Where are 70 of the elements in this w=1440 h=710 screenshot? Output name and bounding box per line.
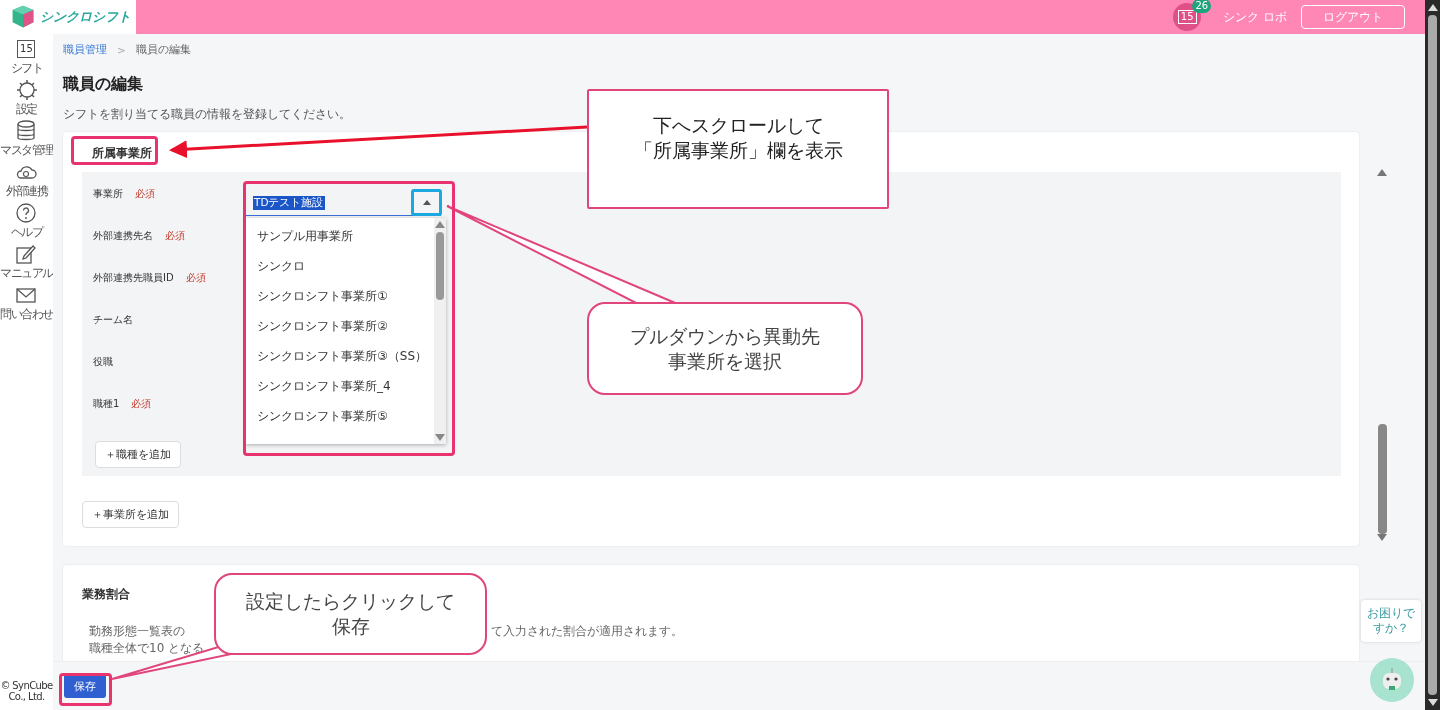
page-title: 職員の編集 — [63, 74, 144, 95]
dropdown-option[interactable]: シンクロシフト事業所① — [257, 289, 388, 303]
window-scrollbar[interactable] — [1425, 0, 1440, 710]
edit-icon — [15, 243, 38, 265]
sidebar-label: シフト — [10, 60, 43, 77]
select-value: TDテスト施設 — [253, 195, 325, 210]
add-office-button[interactable]: ＋事業所を追加 — [82, 501, 179, 528]
notification-badge: 26 — [1192, 0, 1212, 13]
required-tag: 必須 — [131, 397, 152, 411]
dropdown-option[interactable]: サンプル用事業所 — [257, 229, 353, 243]
required-tag: 必須 — [135, 187, 155, 201]
robot-avatar-icon[interactable] — [1370, 658, 1414, 702]
scrollbar-thumb[interactable] — [1428, 15, 1437, 695]
field-label: 外部連携先職員ID — [93, 271, 174, 285]
sidebar-item[interactable]: 設定 — [15, 79, 38, 120]
sidebar-item[interactable]: マスタ管理 — [0, 120, 53, 161]
user-name: シンク ロボ — [1223, 8, 1287, 26]
description-text: て入力された割合が適用されます。 — [491, 623, 683, 640]
dropdown-scrollbar[interactable] — [434, 218, 446, 444]
sidebar-item[interactable]: 15 シフト — [10, 38, 43, 79]
settings-icon — [15, 79, 38, 101]
dropdown-option[interactable]: シンクロシフト事業所③（SS） — [257, 349, 427, 363]
callout-text: 下へスクロールして 「所属事業所」欄を表示 — [633, 113, 843, 163]
copyright-text: © SynCube Co., Ltd. — [0, 680, 53, 704]
scrollbar-thumb[interactable] — [1377, 424, 1387, 534]
sidebar-item[interactable]: 問い合わせ — [0, 284, 53, 325]
breadcrumb-link[interactable]: 職員管理 — [63, 43, 107, 57]
content-scrollbar[interactable] — [1375, 169, 1389, 541]
page-description: シフトを割り当てる職員の情報を登録してください。 — [63, 106, 352, 123]
add-job-button[interactable]: ＋職種を追加 — [95, 441, 181, 468]
description-text: 職種全体で10 — [89, 640, 165, 657]
dropdown-option[interactable]: シンクロシフト事業所② — [257, 319, 388, 333]
section-title: 所属事業所 — [91, 145, 152, 162]
breadcrumb-separator: > — [117, 44, 126, 56]
sidebar-item[interactable]: ヘルプ — [10, 202, 43, 243]
highlight-frame — [59, 673, 112, 706]
app-name: シンクロシフト — [40, 8, 131, 26]
sidebar-label: ヘルプ — [10, 224, 43, 241]
sidebar-label: マスタ管理 — [0, 142, 53, 159]
sidebar-label: 設定 — [16, 101, 37, 118]
dropdown-option[interactable]: シンクロシフト事業所_4 — [257, 379, 391, 393]
help-icon — [15, 202, 38, 224]
dropdown-option[interactable]: シンクロ — [257, 259, 305, 273]
caret-icon — [423, 200, 431, 205]
description-text: 勤務形態一覧表の — [89, 623, 185, 640]
help-bubble[interactable]: お困りですか？ — [1361, 600, 1421, 642]
sidebar-label: 問い合わせ — [0, 306, 53, 323]
section-title: 業務割合 — [82, 586, 130, 603]
sidebar-item[interactable]: 外部連携 — [5, 161, 48, 202]
dropdown-option[interactable]: シンクロシフト事業所⑤ — [257, 409, 388, 423]
save-button[interactable]: 保存 — [64, 674, 106, 698]
callout-text: 設定したらクリックして 保存 — [246, 589, 455, 639]
scroll-up-icon[interactable] — [1427, 4, 1438, 11]
breadcrumb-current: 職員の編集 — [135, 43, 191, 57]
calendar-icon: 15 — [17, 40, 36, 58]
sidebar-label: マニュアル — [0, 265, 53, 282]
scroll-down-icon[interactable] — [1427, 699, 1438, 706]
sidebar-item[interactable]: マニュアル — [0, 243, 53, 284]
office-select[interactable]: TDテスト施設 — [246, 190, 441, 216]
sidebar-label: 外部連携 — [5, 183, 48, 200]
callout-text: プルダウンから異動先 事業所を選択 — [630, 323, 820, 374]
field-label: チーム名 — [93, 313, 133, 327]
field-label: 外部連携先名 — [93, 229, 153, 243]
required-tag: 必須 — [185, 271, 206, 285]
field-label: 職種1 — [93, 397, 120, 411]
database-icon — [15, 120, 38, 142]
scrollbar-thumb[interactable] — [436, 232, 444, 300]
field-label: 役職 — [93, 355, 113, 369]
field-label: 事業所 — [93, 187, 123, 201]
required-tag: 必須 — [165, 229, 185, 243]
